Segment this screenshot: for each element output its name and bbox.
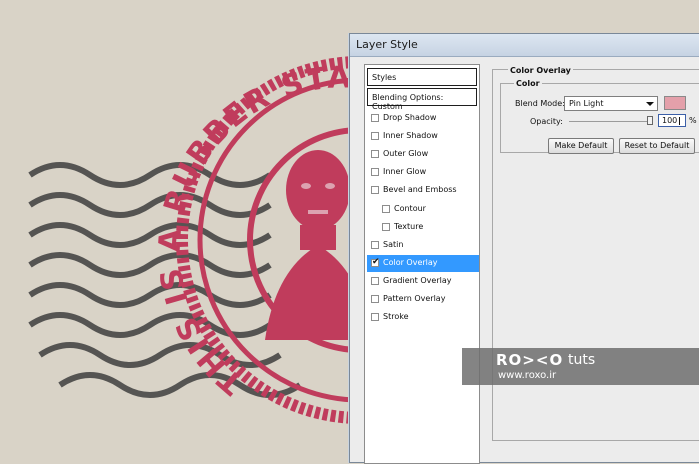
blending-options-header[interactable]: Blending Options: Custom [367,88,477,111]
style-item-stroke[interactable]: Stroke [367,309,479,326]
checkbox[interactable] [371,150,379,159]
style-item-inner-glow[interactable]: Inner Glow [367,164,479,181]
layer-style-dialog: Layer Style Styles Blending Options: Cus… [349,33,699,464]
checkbox[interactable] [371,240,379,249]
style-item-contour[interactable]: Contour [367,201,479,218]
checkbox[interactable] [382,222,390,231]
text-caret [679,117,680,125]
opacity-slider-track[interactable] [569,121,653,122]
blend-mode-select[interactable]: Pin Light [564,96,658,111]
roxo-logo: RO><O [496,351,564,369]
checkbox[interactable] [371,276,379,285]
style-item-label: Texture [394,221,424,231]
checkbox[interactable]: ✔ [371,256,380,267]
style-item-label: Inner Glow [383,167,427,177]
checkbox[interactable] [371,114,379,122]
style-item-color-overlay[interactable]: ✔ Color Overlay [367,254,479,272]
roxo-watermark: RO><O tuts www.roxo.ir [462,348,699,385]
style-item-label: Satin [383,239,404,249]
checkbox[interactable] [371,168,379,177]
styles-header[interactable]: Styles [367,68,477,86]
style-item-label: Inner Shadow [383,131,438,141]
chevron-down-icon [646,102,654,106]
style-item-pattern-overlay[interactable]: Pattern Overlay [367,291,479,308]
opacity-slider-thumb[interactable] [647,116,653,125]
overlay-color-swatch[interactable] [664,96,686,110]
style-item-inner-shadow[interactable]: Inner Shadow [367,128,479,145]
blend-mode-value: Pin Light [569,99,604,108]
style-item-outer-glow[interactable]: Outer Glow [367,146,479,163]
style-item-label: Color Overlay [383,257,438,267]
panel-title: Color Overlay [508,66,573,75]
checkbox[interactable] [371,295,379,303]
style-item-satin[interactable]: Satin [367,237,479,254]
watermark-url: www.roxo.ir [498,370,557,381]
checkbox[interactable] [371,132,379,141]
styles-list: Styles Blending Options: Custom Drop Sha… [364,64,480,464]
opacity-value: 100 [662,116,678,125]
percent-sign: % [689,116,697,125]
checkmark-icon: ✔ [372,256,380,267]
style-item-texture[interactable]: Texture [367,219,479,236]
style-item-label: Stroke [383,312,409,322]
opacity-input[interactable]: 100 [658,114,686,127]
style-item-label: Drop Shadow [383,113,437,122]
checkbox[interactable] [371,313,379,322]
color-group-title: Color [514,79,542,88]
checkbox[interactable] [382,204,390,213]
style-item-gradient-overlay[interactable]: Gradient Overlay [367,273,479,290]
watermark-tuts: tuts [568,352,596,368]
checkbox[interactable] [371,186,379,195]
style-item-label: Bevel and Emboss [383,185,457,195]
blend-mode-label: Blend Mode: [515,99,565,108]
dialog-titlebar[interactable]: Layer Style [350,34,699,57]
style-item-drop-shadow[interactable]: Drop Shadow [367,110,479,127]
dialog-title: Layer Style [356,38,418,51]
style-item-label: Contour [394,203,426,213]
make-default-button[interactable]: Make Default [548,138,614,154]
reset-to-default-button[interactable]: Reset to Default [619,138,695,154]
style-item-bevel-and-emboss[interactable]: Bevel and Emboss [367,182,479,199]
style-item-label: Outer Glow [383,149,429,159]
opacity-label: Opacity: [530,117,563,126]
style-item-label: Gradient Overlay [383,275,452,285]
style-item-label: Pattern Overlay [383,294,446,303]
